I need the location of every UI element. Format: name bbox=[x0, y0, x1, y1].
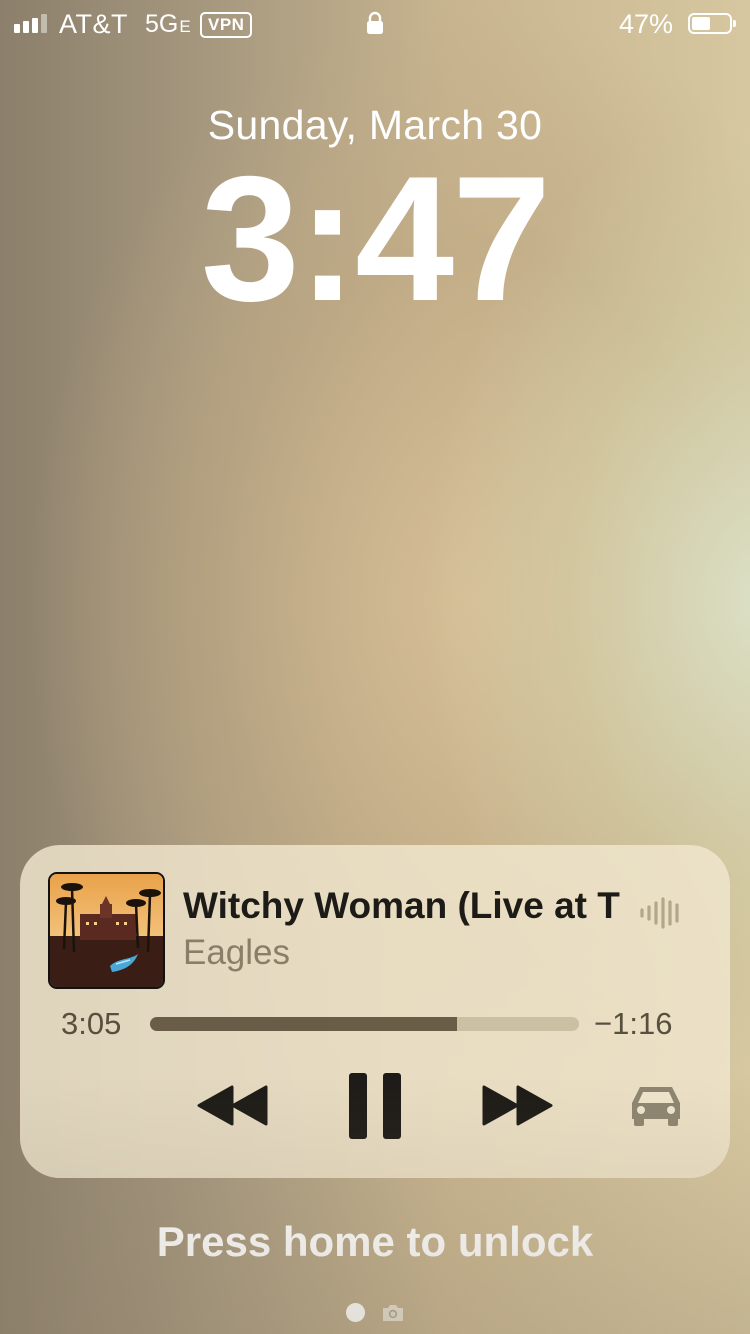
track-artist: Eagles bbox=[183, 933, 291, 972]
camera-icon[interactable] bbox=[381, 1304, 405, 1322]
signal-icon bbox=[14, 14, 47, 33]
unlock-hint: Press home to unlock bbox=[156, 1218, 594, 1265]
now-playing-widget[interactable]: Witchy Woman (Live at T Eagles 3:05 −1:1… bbox=[20, 845, 730, 1178]
battery-percentage: 47% bbox=[619, 9, 674, 39]
lock-time: 3:47 bbox=[200, 139, 551, 338]
network-type: 5GE bbox=[145, 10, 191, 38]
remaining-time: −1:16 bbox=[594, 1006, 673, 1041]
page-dot-active bbox=[346, 1303, 365, 1322]
elapsed-time: 3:05 bbox=[61, 1006, 122, 1041]
pause-icon[interactable] bbox=[349, 1073, 401, 1139]
fast-forward-icon[interactable] bbox=[482, 1085, 553, 1126]
carrier-label: AT&T bbox=[59, 9, 128, 39]
status-bar: AT&T 5GE VPN 47% bbox=[0, 0, 750, 50]
page-indicator[interactable] bbox=[0, 1302, 750, 1324]
car-icon[interactable] bbox=[630, 1083, 682, 1127]
lock-screen: AT&T 5GE VPN 47% Sunday, March 30 3:47 W… bbox=[0, 0, 750, 1334]
audio-waveform-icon[interactable] bbox=[639, 896, 683, 930]
track-title: Witchy Woman (Live at T bbox=[183, 885, 620, 926]
vpn-badge: VPN bbox=[200, 12, 253, 38]
lock-icon bbox=[367, 11, 383, 34]
album-art[interactable] bbox=[48, 872, 165, 989]
playback-progress-fill bbox=[150, 1017, 457, 1031]
rewind-icon[interactable] bbox=[197, 1085, 268, 1126]
playback-scrubber[interactable] bbox=[150, 1017, 579, 1031]
battery-icon bbox=[688, 13, 736, 34]
